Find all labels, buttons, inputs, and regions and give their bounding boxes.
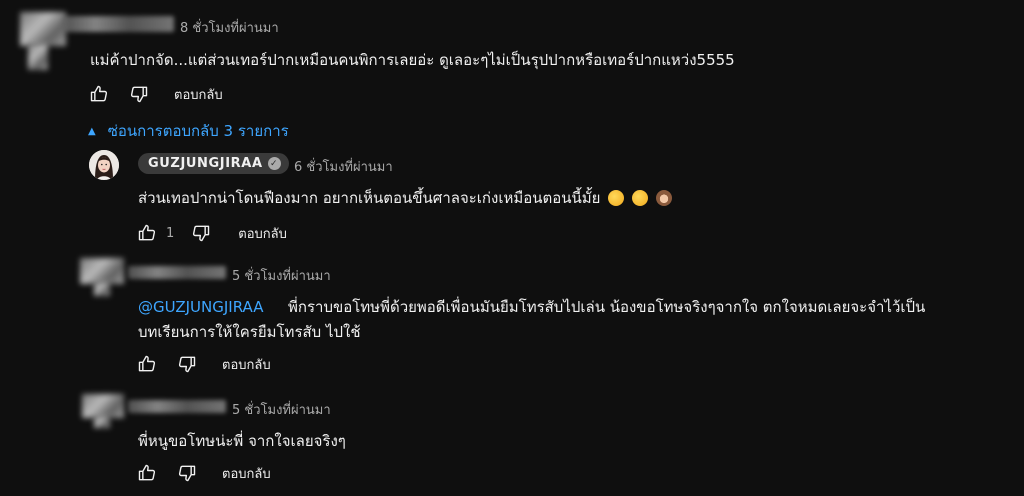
comment-actions: ตอบกลับ bbox=[136, 353, 271, 375]
comment-text-line: พี่กราบขอโทษพี่ด้วยพอดีเพื่อนมันยืมโทรสั… bbox=[288, 298, 926, 316]
user-portrait-icon bbox=[89, 150, 119, 180]
dislike-icon[interactable] bbox=[128, 83, 150, 105]
timestamp[interactable]: 5 ชั่วโมงที่ผ่านมา bbox=[232, 265, 331, 286]
reply-button[interactable]: ตอบกลับ bbox=[222, 354, 271, 375]
reply-button[interactable]: ตอบกลับ bbox=[222, 463, 271, 484]
avatar-fragment bbox=[28, 44, 48, 70]
see-no-evil-monkey-emoji-icon bbox=[655, 190, 672, 206]
comment-text-body: ส่วนเทอปากน่าโดนฟืองมาก อยากเห็นตอนขึ้นศ… bbox=[138, 189, 601, 207]
comment-actions: 1 ตอบกลับ bbox=[136, 222, 287, 244]
author-name: GUZJUNGJIRAA bbox=[148, 156, 263, 171]
dislike-icon[interactable] bbox=[190, 222, 212, 244]
comment-text-line: บทเรียนการให้ใครยืมโทรสับ ไปใช้ bbox=[138, 323, 361, 341]
comment-text: ส่วนเทอปากน่าโดนฟืองมาก อยากเห็นตอนขึ้นศ… bbox=[138, 186, 672, 210]
like-icon[interactable] bbox=[136, 462, 158, 484]
comment-actions: ตอบกลับ bbox=[88, 83, 223, 105]
avatar[interactable] bbox=[89, 150, 119, 180]
verified-check-icon: ✓ bbox=[267, 157, 281, 170]
like-icon[interactable] bbox=[136, 222, 158, 244]
avatar[interactable] bbox=[82, 394, 124, 418]
reply-button[interactable]: ตอบกลับ bbox=[174, 84, 223, 105]
timestamp[interactable]: 5 ชั่วโมงที่ผ่านมา bbox=[232, 399, 331, 420]
hide-replies-button[interactable]: ▲ ซ่อนการตอบกลับ 3 รายการ bbox=[88, 119, 289, 143]
rolling-laughing-emoji-icon bbox=[608, 190, 625, 206]
timestamp[interactable]: 8 ชั่วโมงที่ผ่านมา bbox=[180, 17, 279, 38]
dislike-icon[interactable] bbox=[176, 353, 198, 375]
comment-text: พี่หนูขอโทษน่ะพี่ จากใจเลยจริงๆ bbox=[138, 432, 346, 450]
avatar[interactable] bbox=[20, 12, 66, 46]
avatar[interactable] bbox=[80, 258, 124, 284]
comment-text: แม่ค้าปากจัด...แต่ส่วนเทอร์ปากเหมือนคนพิ… bbox=[90, 51, 735, 69]
author-name[interactable] bbox=[128, 266, 226, 279]
author-name[interactable] bbox=[62, 16, 174, 32]
avatar-fragment bbox=[94, 416, 110, 428]
like-icon[interactable] bbox=[136, 353, 158, 375]
like-count: 1 bbox=[166, 225, 175, 241]
rolling-laughing-emoji-icon bbox=[631, 190, 648, 206]
dislike-icon[interactable] bbox=[176, 462, 198, 484]
channel-owner-badge[interactable]: GUZJUNGJIRAA ✓ bbox=[138, 153, 289, 174]
comment-thread: 8 ชั่วโมงที่ผ่านมา แม่ค้าปากจัด...แต่ส่ว… bbox=[0, 0, 1024, 496]
comment-text: @GUZJUNGJIRAA พี่กราบขอโทษพี่ด้วยพอดีเพื่… bbox=[138, 295, 925, 319]
chevron-up-icon: ▲ bbox=[88, 125, 96, 137]
timestamp[interactable]: 6 ชั่วโมงที่ผ่านมา bbox=[294, 156, 393, 177]
comment-actions: ตอบกลับ bbox=[136, 462, 271, 484]
mention-link[interactable]: @GUZJUNGJIRAA bbox=[138, 298, 288, 316]
reply-button[interactable]: ตอบกลับ bbox=[238, 223, 287, 244]
avatar-fragment bbox=[94, 282, 110, 296]
hide-replies-label: ซ่อนการตอบกลับ 3 รายการ bbox=[107, 122, 289, 140]
like-icon[interactable] bbox=[88, 83, 110, 105]
author-name[interactable] bbox=[128, 400, 226, 413]
